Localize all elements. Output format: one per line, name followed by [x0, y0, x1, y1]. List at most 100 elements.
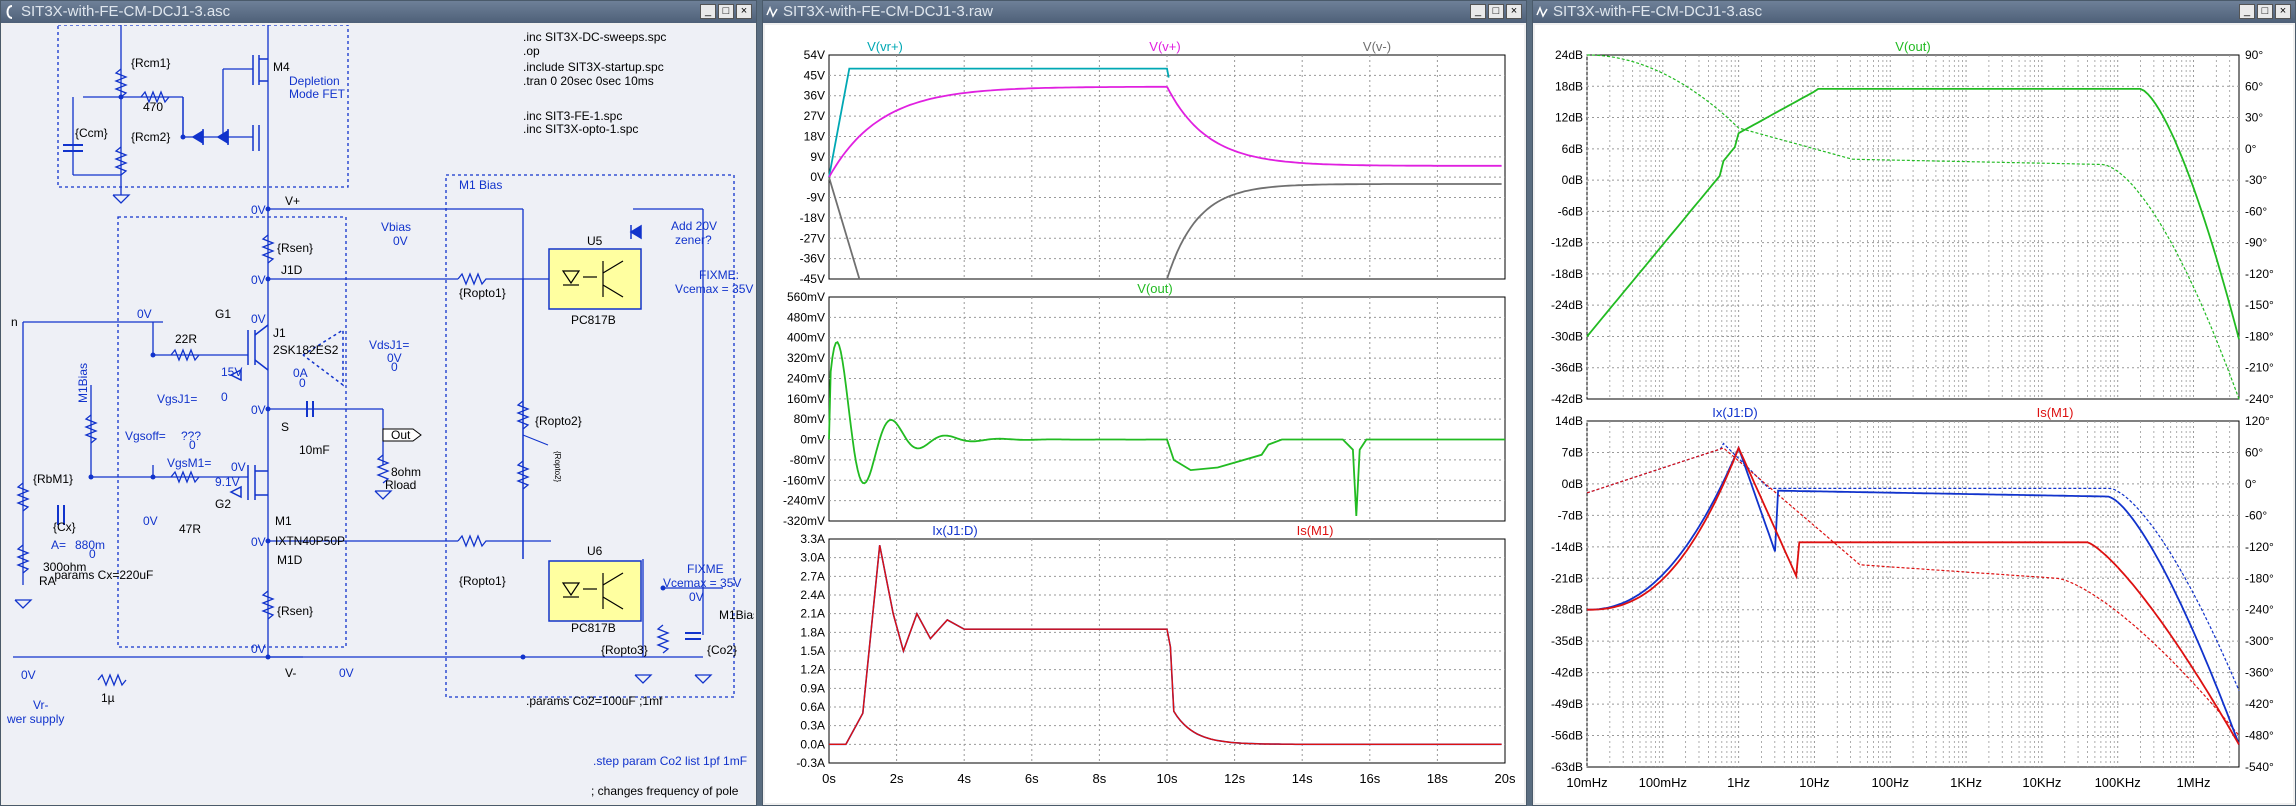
- ac-y-tick: -36dB: [1551, 361, 1583, 375]
- ac-y-phase-tick: -210°: [2245, 361, 2274, 375]
- schematic-canvas[interactable]: .inc SIT3X-DC-sweeps.spc .op .include SI…: [3, 25, 754, 803]
- transient-titlebar[interactable]: SIT3X-with-FE-CM-DCJ1-3.raw _ □ ×: [763, 1, 1526, 23]
- r1u-resistor: [97, 673, 127, 687]
- directive-6: .inc SIT3X-opto-1.spc: [523, 122, 638, 136]
- step-directive: .step param Co2 list 1pf 1mF: [593, 754, 747, 768]
- label-depletion: Depletion: [289, 74, 340, 88]
- close-icon[interactable]: ×: [2275, 4, 2291, 19]
- ac-y-phase-tick: -240°: [2245, 392, 2274, 406]
- ac-y-tick: -42dB: [1551, 666, 1583, 680]
- label-m4: M4: [273, 60, 290, 74]
- minimize-icon[interactable]: _: [2239, 4, 2255, 19]
- ac-legend[interactable]: Ix(J1:D): [1712, 405, 1758, 420]
- tran-legend[interactable]: Is(M1): [1297, 523, 1334, 538]
- tran-legend[interactable]: V(vr+): [867, 39, 903, 54]
- label-ia-sub: 0: [299, 376, 306, 390]
- tran-y-tick: 9V: [810, 150, 825, 164]
- label-amp: A=: [51, 538, 66, 552]
- tran-y-tick: 3.0A: [800, 551, 825, 565]
- ac-y-phase-tick: -30°: [2245, 173, 2267, 187]
- schematic-drawing[interactable]: .inc SIT3X-DC-sweeps.spc .op .include SI…: [3, 25, 754, 803]
- ac-y-tick: -24dB: [1551, 298, 1583, 312]
- ac-legend[interactable]: V(out): [1895, 39, 1930, 54]
- label-vbias-v: 0V: [393, 234, 408, 248]
- ac-y-tick: 6dB: [1562, 142, 1583, 156]
- label-j1-part: 2SK182ES2: [273, 343, 339, 357]
- tran-y-tick: 1.5A: [800, 644, 825, 658]
- maximize-icon[interactable]: □: [718, 4, 734, 19]
- ac-y-tick: -30dB: [1551, 329, 1583, 343]
- label-g1: G1: [215, 307, 231, 321]
- label-vgsm1-v: 0V: [231, 460, 246, 474]
- ac-y-tick: -42dB: [1551, 392, 1583, 406]
- label-m1-part: IXTN40P50P: [275, 534, 345, 548]
- minimize-icon[interactable]: _: [700, 4, 716, 19]
- tran-legend[interactable]: V(v+): [1149, 39, 1180, 54]
- window-title: SIT3X-with-FE-CM-DCJ1-3.raw: [783, 3, 994, 20]
- label-j1d: J1D: [281, 263, 303, 277]
- tran-y-tick: 80mV: [794, 412, 825, 426]
- minimize-icon[interactable]: _: [1470, 4, 1486, 19]
- label-91v: 9.1V: [215, 475, 240, 489]
- ac-y-phase-tick: -540°: [2245, 760, 2274, 774]
- tran-y-tick: 0mV: [800, 433, 825, 447]
- tran-x-tick: 8s: [1093, 771, 1107, 786]
- ac-y-tick: 7dB: [1562, 445, 1583, 459]
- cm-group-box: [57, 25, 349, 188]
- ac-legend[interactable]: Is(M1): [2037, 405, 2074, 420]
- ac-plot[interactable]: 24dB 90° 18dB 60° 12dB 30° 6dB 0° 0dB -30° -6dB -60…: [1535, 25, 2293, 803]
- label-m1d: M1D: [277, 553, 303, 567]
- tran-legend[interactable]: V(out): [1137, 281, 1172, 296]
- ac-y-phase-tick: -180°: [2245, 329, 2274, 343]
- ac-y-tick: 24dB: [1555, 48, 1583, 62]
- transient-plot-area[interactable]: 54V 45V 36V 27V 18V 9V 0V -9V -18V -27V -36V -45V V(…: [765, 25, 1524, 803]
- label-vdsj1-sub: 0: [391, 360, 398, 374]
- ac-y-phase-tick: -60°: [2245, 508, 2267, 522]
- label-rsen-top: {Rsen}: [277, 241, 313, 255]
- label-15v: 15V: [221, 365, 242, 379]
- ac-plot-area[interactable]: 24dB 90° 18dB 60° 12dB 30° 6dB 0° 0dB -30° -6dB -60…: [1535, 25, 2293, 803]
- schematic-window: SIT3X-with-FE-CM-DCJ1-3.asc _ □ × .inc S…: [0, 0, 757, 806]
- transient-plot[interactable]: 54V 45V 36V 27V 18V 9V 0V -9V -18V -27V -36V -45V V(…: [765, 25, 1524, 803]
- ac-x-tick: 1Hz: [1727, 775, 1750, 790]
- directive-5: .inc SIT3-FE-1.spc: [523, 109, 622, 123]
- label-ropto1-bottom: {Ropto1}: [459, 574, 506, 588]
- label-co2: {Co2}: [707, 643, 737, 657]
- tran-x-tick: 18s: [1427, 771, 1448, 786]
- ac-y-phase-tick: -180°: [2245, 571, 2274, 585]
- label-rbm1: {RbM1}: [33, 472, 73, 486]
- tran-legend[interactable]: V(v-): [1363, 39, 1391, 54]
- tran-legend[interactable]: Ix(J1:D): [932, 523, 978, 538]
- tran-y-tick: 27V: [804, 109, 825, 123]
- close-icon[interactable]: ×: [1506, 4, 1522, 19]
- ac-x-tick: 100Hz: [1871, 775, 1909, 790]
- maximize-icon[interactable]: □: [2257, 4, 2273, 19]
- label-j1-v: 0V: [251, 312, 266, 326]
- ac-y-tick: -7dB: [1558, 508, 1583, 522]
- tran-y-tick: 36V: [804, 89, 825, 103]
- label-ropto2b: {Ropto2}: [553, 451, 562, 482]
- label-supply: wer supply: [6, 712, 64, 726]
- close-icon[interactable]: ×: [736, 4, 752, 19]
- tran-y-tick: 320mV: [787, 351, 825, 365]
- tran-y-tick: 1.2A: [800, 663, 825, 677]
- window-title: SIT3X-with-FE-CM-DCJ1-3.asc: [21, 3, 231, 20]
- schematic-titlebar[interactable]: SIT3X-with-FE-CM-DCJ1-3.asc _ □ ×: [1, 1, 756, 23]
- label-vplus: V+: [285, 194, 300, 208]
- tran-y-tick: 0.6A: [800, 700, 825, 714]
- label-add20: Add 20V: [671, 219, 717, 233]
- ac-y-phase-tick: -480°: [2245, 729, 2274, 743]
- directive-4: .tran 0 20sec 0sec 10ms: [523, 74, 654, 88]
- tran-y-tick: -320mV: [783, 514, 825, 528]
- ac-y-phase-tick: -150°: [2245, 298, 2274, 312]
- ac-y-phase-tick: -120°: [2245, 540, 2274, 554]
- label-vplus-node: 0V: [251, 203, 266, 217]
- label-in: n: [11, 315, 18, 329]
- label-fixme1: FIXME:: [699, 268, 739, 282]
- label-left-v: 0V: [21, 668, 36, 682]
- ropto1-top-resistor: [457, 272, 503, 286]
- ac-titlebar[interactable]: SIT3X-with-FE-CM-DCJ1-3.asc _ □ ×: [1533, 1, 2295, 23]
- maximize-icon[interactable]: □: [1488, 4, 1504, 19]
- label-zener: zener?: [675, 233, 712, 247]
- tran-y-tick: 2.1A: [800, 607, 825, 621]
